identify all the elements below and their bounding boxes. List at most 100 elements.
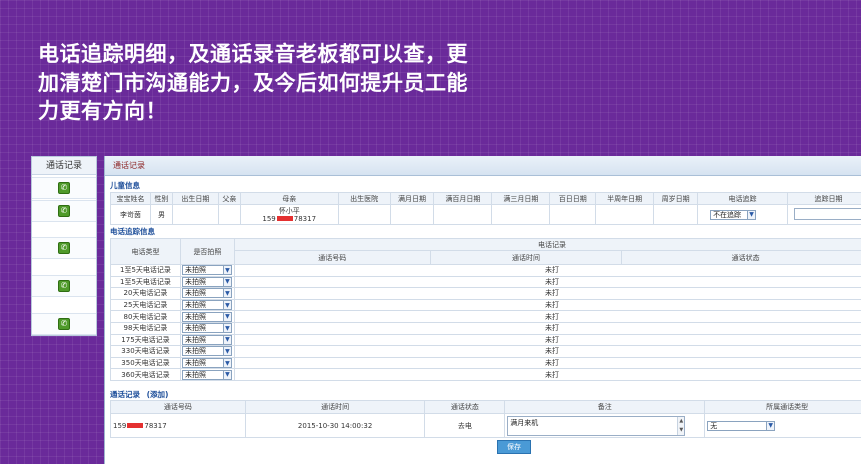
- tracking-row: 98天电话记录 未拍照 ▼ 未打: [110, 321, 861, 335]
- call-records-title: 通话记录: [110, 390, 140, 399]
- tracking-select[interactable]: 不在追踪 ▼: [710, 209, 757, 220]
- chevron-down-icon: ▼: [222, 301, 231, 310]
- col-tracking-date: 追踪日期: [786, 192, 861, 205]
- row-call-status: 未打: [233, 264, 861, 277]
- phone-icon: ✆: [58, 280, 70, 292]
- handled-select[interactable]: 未拍照 ▼: [181, 300, 232, 310]
- row-call-type: 175天电话记录: [110, 333, 181, 347]
- row-call-type: 360天电话记录: [110, 368, 181, 381]
- baby-name-value: 李岢茵: [110, 204, 151, 225]
- tracking-row: 360天电话记录 未拍照 ▼ 未打: [110, 368, 861, 381]
- handled-select[interactable]: 未拍照 ▼: [181, 311, 232, 322]
- row-call-type: 98天电话记录: [110, 321, 181, 335]
- col-gender: 性别: [149, 192, 173, 205]
- row-call-status: 未打: [233, 310, 861, 323]
- note-scrollbar[interactable]: ▲ ▼: [677, 416, 685, 435]
- col-hospital: 出生医院: [337, 192, 391, 205]
- chevron-down-icon: ▼: [747, 210, 756, 219]
- phone-icon: ✆: [58, 182, 70, 194]
- row-call-status: 未打: [233, 333, 861, 347]
- handled-select[interactable]: 未拍照 ▼: [181, 369, 232, 380]
- col-record-note: 备注: [504, 400, 706, 414]
- call-records-table: 通话号码 通话时间 通话状态 备注 所属通话类型 159 78317 2015-1…: [110, 400, 861, 438]
- chevron-down-icon: ▼: [222, 370, 231, 379]
- tracking-date-input[interactable]: [793, 207, 861, 220]
- row-call-type: 25天电话记录: [110, 298, 181, 312]
- col-baby-name: 宝宝姓名: [110, 192, 151, 205]
- row-call-type: 20天电话记录: [110, 287, 181, 300]
- headline-line-3: 力更有方向！: [38, 98, 167, 123]
- handled-select[interactable]: 未拍照 ▼: [181, 277, 232, 287]
- col-tracking: 电话追踪: [697, 192, 788, 205]
- sidebar-call-item-2[interactable]: ✆: [32, 200, 96, 222]
- chevron-down-icon: ▼: [222, 335, 231, 344]
- col-half-year: 半周年日期: [595, 192, 655, 205]
- phone-icon: ✆: [58, 205, 70, 217]
- mother-cell: 怀小平 159 78317: [239, 204, 339, 225]
- row-call-status: 未打: [233, 368, 861, 381]
- call-records-section: 通话记录 (添加): [110, 389, 168, 400]
- record-status: 去电: [424, 413, 506, 438]
- row-call-status: 未打: [233, 356, 861, 370]
- handled-select[interactable]: 未拍照 ▼: [181, 346, 232, 357]
- tracking-row: 330天电话记录 未拍照 ▼ 未打: [110, 345, 861, 358]
- col-record-status: 通话状态: [424, 400, 506, 414]
- sidebar-call-item-1[interactable]: ✆: [32, 177, 96, 199]
- sidebar-call-item-5[interactable]: ✆: [32, 313, 96, 335]
- promo-headline: 电话追踪明细，及通话录音老板都可以查，更 加清楚门市沟通能力，及今后如何提升员工…: [38, 40, 518, 126]
- col-record-group: 电话记录: [233, 238, 861, 251]
- col-first-year: 周岁日期: [653, 192, 699, 205]
- panel-tab-call-records[interactable]: 通话记录: [105, 156, 861, 176]
- record-type-select[interactable]: 无 ▼: [707, 420, 776, 431]
- col-record-number: 通话号码: [110, 400, 246, 414]
- row-call-status: 未打: [233, 321, 861, 335]
- child-info-title: 儿童信息: [110, 181, 140, 190]
- row-call-status: 未打: [233, 275, 861, 289]
- call-record-panel: 通话记录 儿童信息 宝宝姓名 性别 出生日期 父亲 母亲 出生医院 满月日期 满…: [104, 156, 861, 464]
- handled-select[interactable]: 未拍照 ▼: [181, 358, 232, 368]
- handled-select[interactable]: 未拍照 ▼: [181, 335, 232, 345]
- col-call-type: 电话类型: [110, 238, 181, 265]
- mother-phone: 159 78317: [262, 214, 317, 223]
- chevron-down-icon: ▼: [766, 421, 775, 430]
- col-birth-date: 出生日期: [171, 192, 219, 205]
- record-time: 2015-10-30 14:00:32: [244, 413, 426, 438]
- sidebar-call-item-3[interactable]: ✆: [32, 237, 96, 259]
- phone-tracking-table: 电话类型 是否拍照 电话记录 通话号码 通话时间 通话状态 1至5天电话记录 未拍…: [110, 238, 861, 381]
- call-record-sidebar: 通话记录 ✆ ✆ ✆ ✆ ✆: [31, 156, 97, 336]
- chevron-down-icon: ▼: [222, 312, 231, 321]
- redaction-mark: [276, 216, 293, 221]
- sidebar-title: 通话记录: [32, 157, 96, 175]
- col-full-100-month: 满百月日期: [433, 192, 493, 205]
- headline-line-2: 加清楚门市沟通能力，及今后如何提升员工能: [38, 69, 468, 95]
- handled-select[interactable]: 未拍照 ▼: [181, 265, 232, 276]
- gender-value: 男: [149, 204, 173, 225]
- row-call-status: 未打: [233, 287, 861, 300]
- col-call-status: 通话状态: [621, 250, 861, 265]
- tracking-row: 80天电话记录 未拍照 ▼ 未打: [110, 310, 861, 323]
- chevron-down-icon: ▼: [222, 324, 231, 333]
- chevron-down-icon: ▼: [222, 347, 231, 356]
- headline-line-1: 电话追踪明细，及通话录音老板都可以查，更: [38, 41, 468, 66]
- sidebar-call-item-4[interactable]: ✆: [32, 275, 96, 297]
- col-mother: 母亲: [239, 192, 339, 205]
- child-info-table: 宝宝姓名 性别 出生日期 父亲 母亲 出生医院 满月日期 满百月日期 满三月日期…: [110, 192, 861, 225]
- handled-select[interactable]: 未拍照 ▼: [181, 288, 232, 299]
- chevron-down-icon: ▼: [222, 359, 231, 368]
- col-father: 父亲: [217, 192, 241, 205]
- col-third-month: 满三月日期: [491, 192, 551, 205]
- tracking-row: 20天电话记录 未拍照 ▼ 未打: [110, 287, 861, 300]
- col-record-time: 通话时间: [244, 400, 426, 414]
- phone-icon: ✆: [58, 242, 70, 254]
- tracking-row: 1至5天电话记录 未拍照 ▼ 未打: [110, 264, 861, 277]
- tracking-row: 350天电话记录 未拍照 ▼ 未打: [110, 356, 861, 370]
- save-button[interactable]: 保存: [497, 440, 531, 454]
- phone-icon: ✆: [58, 318, 70, 330]
- handled-select[interactable]: 未拍照 ▼: [181, 323, 232, 334]
- col-call-time: 通话时间: [429, 250, 623, 265]
- note-textarea[interactable]: 满月来机 ▲ ▼: [507, 415, 686, 436]
- record-number: 159 78317: [110, 413, 246, 438]
- add-call-record-link[interactable]: (添加): [147, 390, 169, 399]
- col-100-days: 百日日期: [549, 192, 597, 205]
- row-call-type: 1至5天电话记录: [110, 275, 181, 289]
